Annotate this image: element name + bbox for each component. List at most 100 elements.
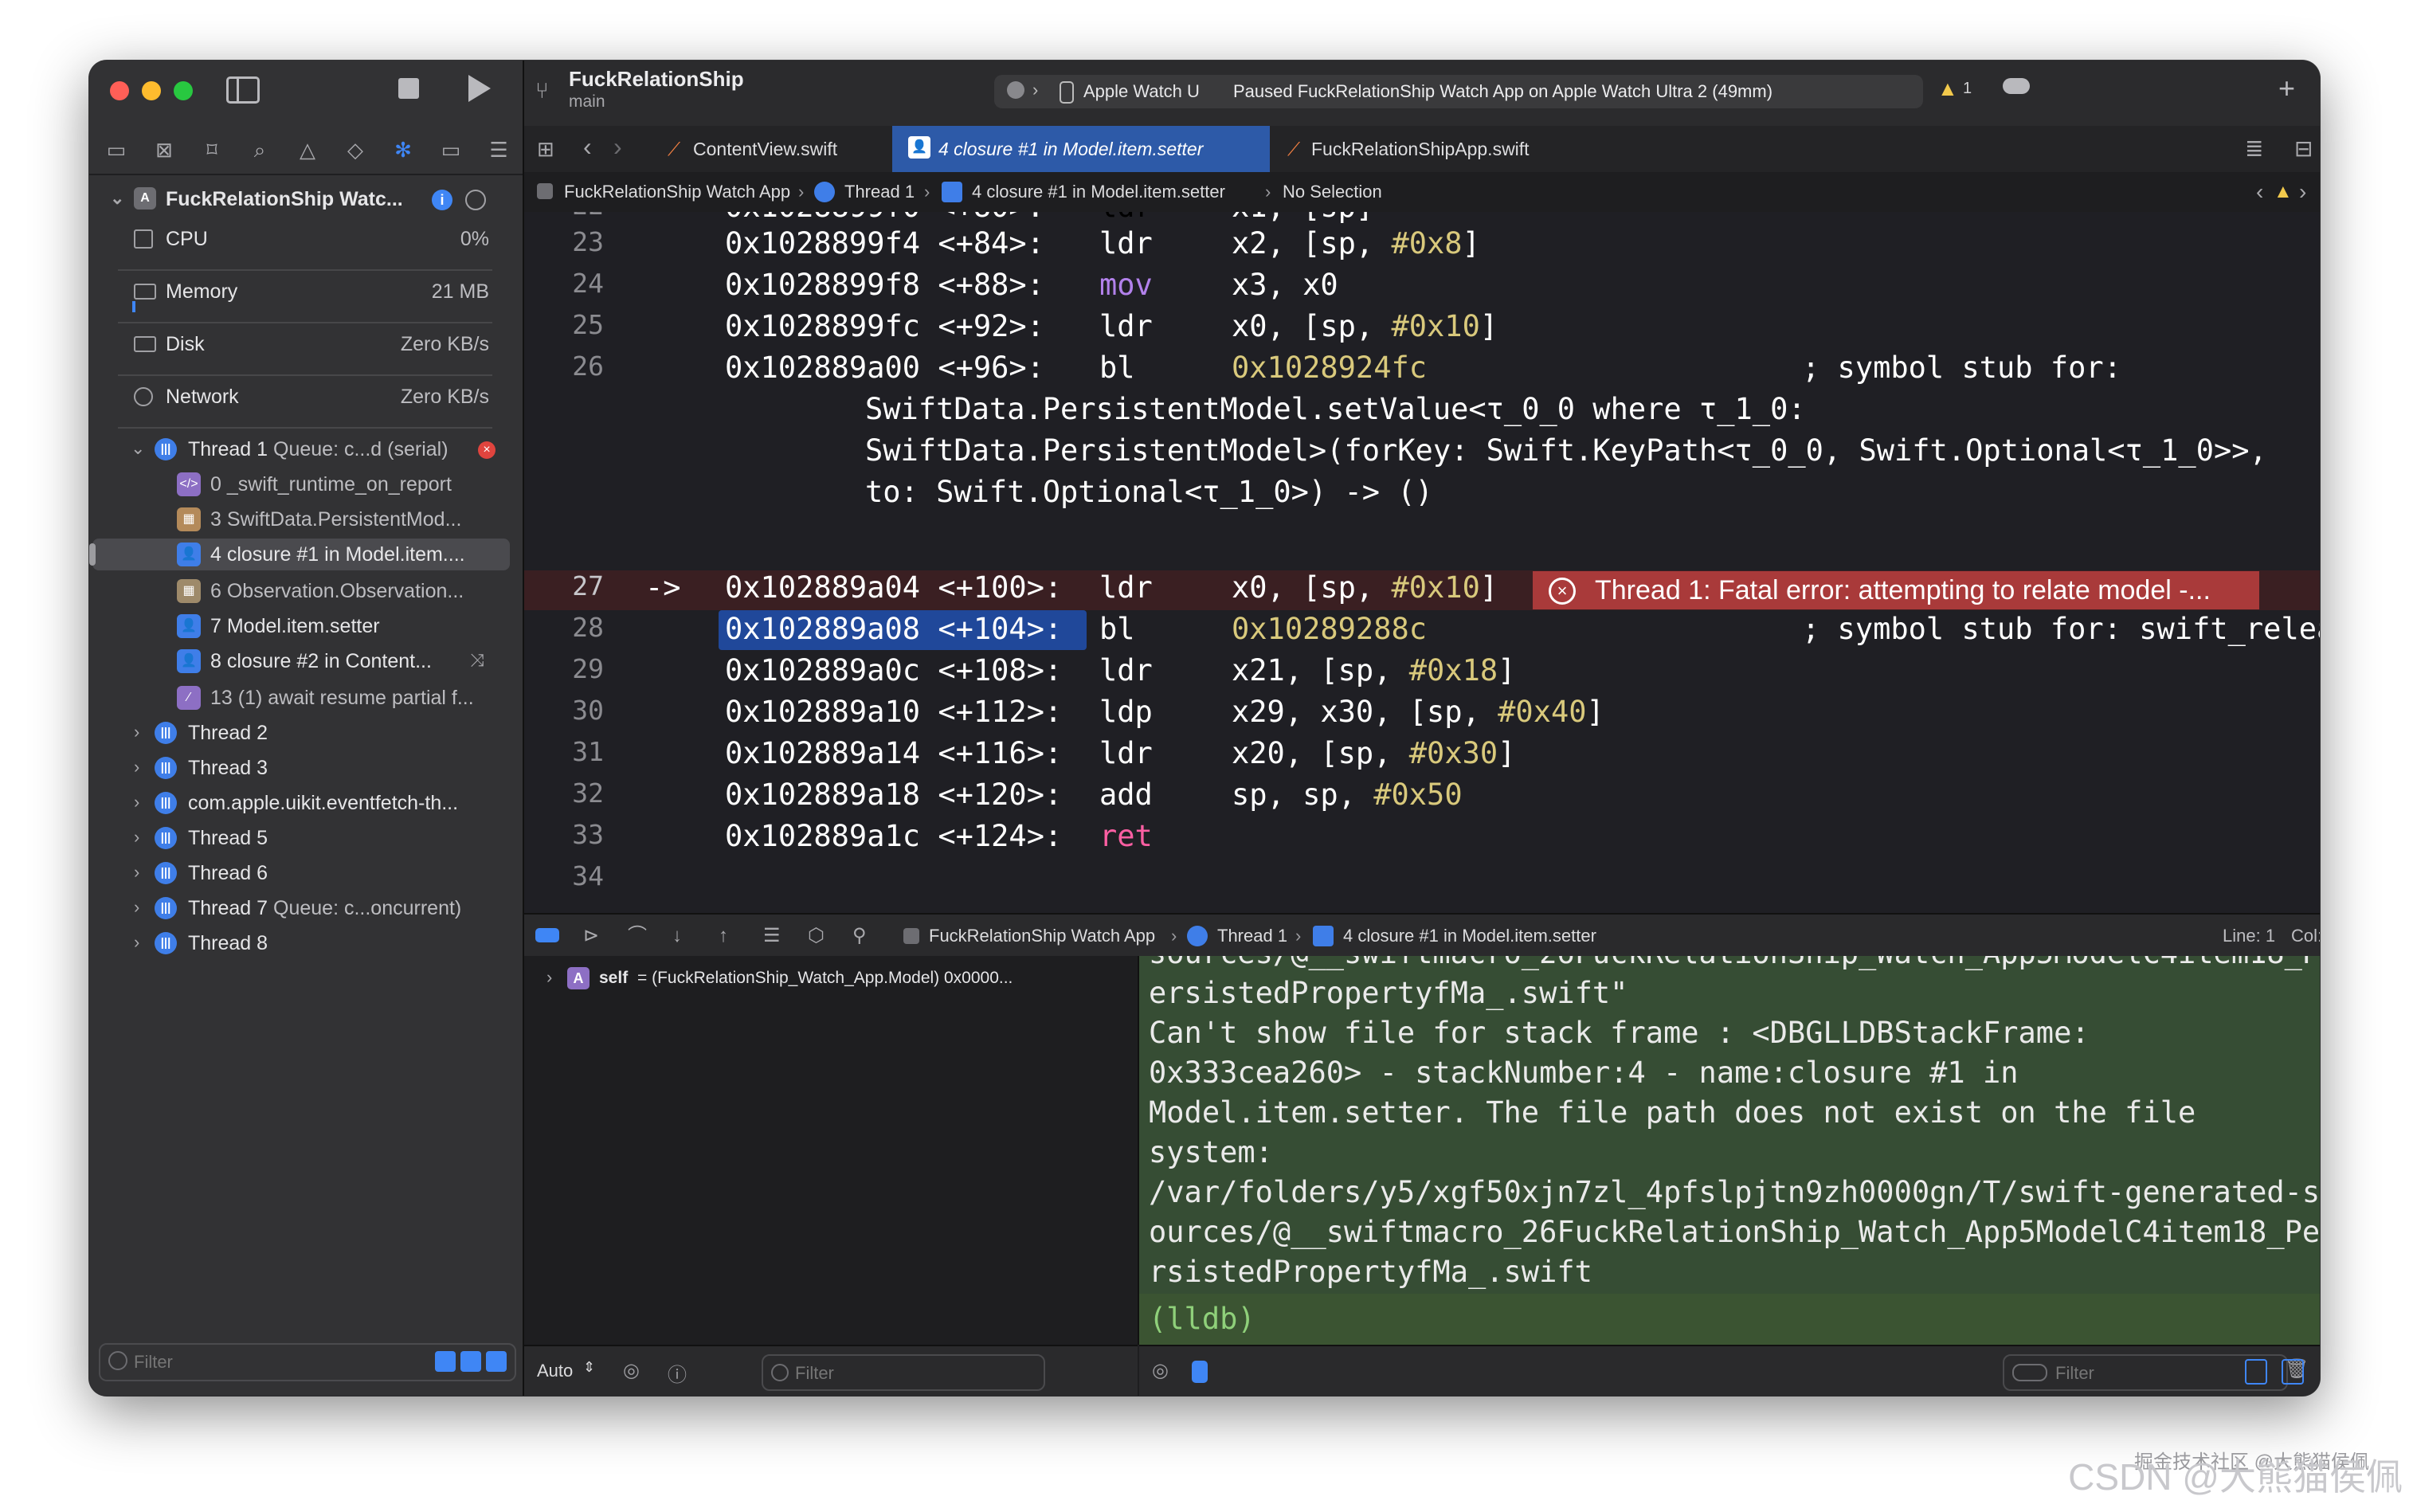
project-name[interactable]: FuckRelationShip [569, 67, 744, 92]
cloud-icon[interactable] [2003, 78, 2030, 94]
thread-row[interactable]: › ||| Thread 7 Queue: c...oncurrent) [89, 892, 523, 924]
gauge-network[interactable]: Network Zero KB/s [89, 381, 523, 413]
debug-target[interactable]: FuckRelationShip Watch App [929, 915, 1155, 958]
frame-row[interactable]: ▦ 6 Observation.Observation... [89, 575, 523, 607]
chevron-right-icon[interactable]: › [134, 932, 139, 953]
info-icon[interactable]: i [432, 190, 452, 210]
search-icon[interactable]: ⌕ [247, 137, 272, 163]
chevron-right-icon[interactable]: › [134, 792, 139, 813]
debug-frame[interactable]: 4 closure #1 in Model.item.setter [1343, 915, 1596, 958]
editor-options-icon[interactable]: ≣ [2245, 135, 2263, 162]
continue-icon[interactable]: ⊳ [583, 915, 599, 958]
code-line[interactable]: 26 0x102889a00 <+96>: bl 0x1028924fc ; s… [524, 351, 2320, 390]
folder-icon[interactable]: ▭ [104, 137, 129, 163]
code-line[interactable]: 24 0x1028899f8 <+88>: mov x3, x0 [524, 268, 2320, 307]
frame-row[interactable]: ▦ 3 SwiftData.PersistentMod... [89, 503, 523, 535]
chevron-right-icon[interactable]: › [134, 897, 139, 918]
disassembly-editor[interactable]: 22 0x1028899f0 <+80>: ldr x1, [sp] 23 0x… [524, 212, 2320, 913]
step-into-icon[interactable]: ↓ [672, 915, 682, 958]
code-line[interactable]: 23 0x1028899f4 <+84>: ldr x2, [sp, #0x8] [524, 226, 2320, 266]
next-issue-icon[interactable]: › [2299, 172, 2306, 212]
step-out-icon[interactable]: ↑ [719, 915, 728, 958]
code-line[interactable]: 31 0x102889a14 <+116>: ldr x20, [sp, #0x… [524, 736, 2320, 776]
memory-graph-icon[interactable]: ⬡ [808, 915, 825, 958]
frame-row[interactable]: 👤 7 Model.item.setter [89, 610, 523, 642]
eye-icon[interactable]: ◎ [1152, 1359, 1169, 1382]
variables-scope-popup[interactable]: Auto [537, 1361, 573, 1381]
view-hierarchy-icon[interactable]: ☰ [763, 915, 781, 958]
warning-icon[interactable]: ▲ [1937, 76, 1958, 101]
warning-icon[interactable]: △ [295, 137, 320, 163]
forward-icon[interactable]: › [613, 132, 622, 162]
error-annotation[interactable]: × Thread 1: Fatal error: attempting to r… [1533, 571, 2259, 609]
chevron-right-icon[interactable]: › [134, 722, 139, 742]
thread-row-1[interactable]: ⌄ ||| Thread 1 Queue: c...d (serial) × [89, 433, 523, 465]
back-icon[interactable]: ‹ [583, 132, 592, 162]
code-line[interactable]: 34 [524, 860, 2320, 900]
run-icon[interactable] [468, 75, 491, 102]
code-line[interactable]: 25 0x1028899fc <+92>: ldr x0, [sp, #0x10… [524, 309, 2320, 349]
stop-icon[interactable] [398, 78, 419, 99]
breadcrumb-selection[interactable]: No Selection [1283, 172, 1382, 212]
zoom-window-button[interactable] [174, 81, 193, 100]
chevron-down-icon[interactable]: ⌄ [110, 188, 124, 209]
chevron-right-icon[interactable]: › [546, 967, 552, 988]
code-line[interactable]: 32 0x102889a18 <+120>: add sp, sp, #0x50 [524, 778, 2320, 817]
breakpoint-icon[interactable]: ▭ [438, 137, 464, 163]
thread-row[interactable]: › ||| com.apple.uikit.eventfetch-th... [89, 787, 523, 819]
simulate-location-icon[interactable]: ⚲ [852, 915, 867, 958]
thread-row[interactable]: › ||| Thread 2 [89, 717, 523, 749]
info-icon[interactable]: ⓘ [668, 1359, 687, 1387]
console-output-icon[interactable] [1192, 1361, 1208, 1383]
frame-row[interactable]: ⁄ 13 (1) await resume partial f... [89, 682, 523, 714]
breadcrumb-target[interactable]: FuckRelationShip Watch App [564, 172, 790, 212]
tab-disassembly[interactable]: 👤 4 closure #1 in Model.item.setter [892, 126, 1270, 172]
test-icon[interactable]: ◇ [343, 137, 368, 163]
gauge-memory[interactable]: Memory 21 MB [89, 276, 523, 312]
minimize-window-button[interactable] [142, 81, 161, 100]
code-line[interactable]: 28 0x102889a08 <+104>: bl 0x10289288c ; … [524, 612, 2320, 652]
variables-filter[interactable] [762, 1354, 1045, 1391]
report-icon[interactable]: ☰ [486, 137, 511, 163]
code-line[interactable]: 33 0x102889a1c <+124>: ret [524, 819, 2320, 859]
split-editor-icon[interactable]: ⊟ [2294, 135, 2313, 162]
thread-row[interactable]: › ||| Thread 6 [89, 857, 523, 889]
lldb-prompt[interactable]: (lldb) [1139, 1294, 2320, 1345]
chevron-updown-icon[interactable]: ⇕ [583, 1359, 595, 1376]
show-console-icon[interactable] [2282, 1359, 2304, 1385]
show-variables-icon[interactable] [2245, 1359, 2267, 1385]
eye-icon[interactable]: ◎ [623, 1359, 640, 1382]
gauge-cpu[interactable]: CPU 0% [89, 223, 523, 255]
filter-crashed-icon[interactable] [435, 1351, 456, 1372]
grid-icon[interactable]: ⊞ [537, 137, 554, 162]
activity-view[interactable]: › Apple Watch U Paused FuckRelationShip … [994, 75, 1923, 108]
debug-navigator-icon[interactable]: ✻ [390, 137, 416, 163]
close-window-button[interactable] [110, 81, 129, 100]
filter-user-icon[interactable] [486, 1351, 507, 1372]
step-over-icon[interactable]: ⌒ [628, 915, 647, 958]
add-icon[interactable]: + [2278, 72, 2295, 105]
source-control-icon[interactable]: ⊠ [151, 137, 177, 163]
chevron-right-icon[interactable]: › [134, 757, 139, 778]
sidebar-toggle-icon[interactable] [226, 76, 260, 104]
variable-row[interactable]: › A self = (FuckRelationShip_Watch_App.M… [524, 962, 1138, 996]
thread-row[interactable]: › ||| Thread 8 [89, 927, 523, 959]
bookmark-icon[interactable]: ⌑ [199, 137, 225, 163]
tab-contentview[interactable]: ⟋ ContentView.swift [652, 126, 892, 172]
navigator-filter[interactable] [99, 1343, 516, 1381]
frame-row[interactable]: 👤 8 closure #2 in Content... ⤨ [89, 645, 523, 677]
thread-row[interactable]: › ||| Thread 5 [89, 822, 523, 854]
code-line[interactable]: 29 0x102889a0c <+108>: ldr x21, [sp, #0x… [524, 653, 2320, 693]
previous-issue-icon[interactable]: ‹ [2256, 172, 2263, 212]
tab-app[interactable]: ⟋ FuckRelationShipApp.swift [1270, 126, 1581, 172]
run-destination[interactable]: Apple Watch U [1083, 81, 1200, 102]
scheme-icon[interactable] [1007, 81, 1024, 99]
branch-name[interactable]: main [569, 92, 605, 112]
frame-row-selected[interactable]: 👤 4 closure #1 in Model.item.... [92, 539, 510, 570]
breadcrumb-frame[interactable]: 4 closure #1 in Model.item.setter [972, 172, 1225, 212]
breakpoints-toggle-icon[interactable] [535, 928, 559, 942]
variables-filter-input[interactable] [793, 1359, 1036, 1388]
navigator-filter-input[interactable] [132, 1348, 374, 1377]
chevron-down-icon[interactable]: ⌄ [131, 438, 145, 459]
code-line[interactable]: 30 0x102889a10 <+112>: ldp x29, x30, [sp… [524, 695, 2320, 734]
